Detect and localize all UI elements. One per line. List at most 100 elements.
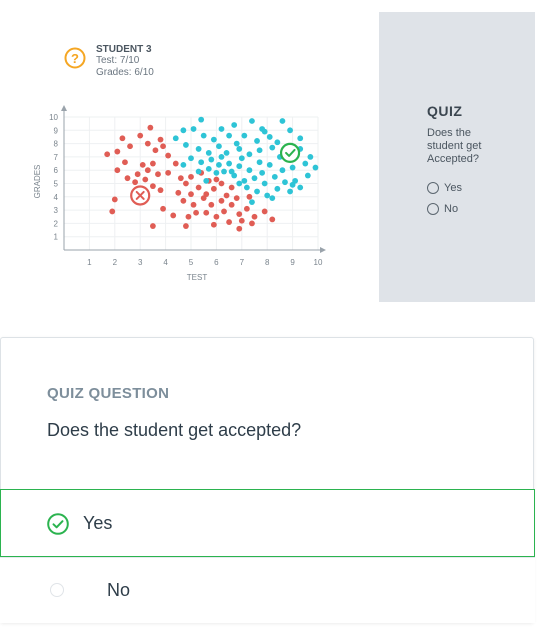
rejected-point: [228, 201, 235, 208]
accepted-point: [190, 126, 197, 132]
accepted-point: [172, 135, 179, 142]
x-tick-label: 9: [290, 258, 295, 267]
rejected-point: [233, 195, 240, 202]
accepted-point: [259, 169, 266, 176]
accepted-point: [238, 155, 245, 162]
side-option-yes: Yes: [427, 182, 462, 194]
accepted-point: [274, 139, 281, 146]
side-option-yes-label: Yes: [444, 182, 462, 194]
rejected-point: [243, 205, 250, 212]
accepted-point: [312, 164, 319, 171]
quiz-side-panel: QUIZ Does the student get Accepted? Yes …: [379, 12, 535, 302]
rejected-point: [150, 223, 156, 229]
accepted-point: [183, 142, 189, 148]
accepted-point: [205, 150, 212, 156]
accepted-point: [297, 135, 304, 142]
rejected-point: [218, 180, 225, 187]
x-tick-label: 5: [189, 258, 194, 267]
rejected-point: [165, 152, 172, 159]
radio-icon[interactable]: [50, 583, 64, 597]
accepted-point: [246, 167, 253, 174]
accepted-point: [195, 146, 202, 152]
rejected-point: [175, 189, 182, 196]
rejected-point: [213, 176, 220, 183]
y-tick-label: 10: [49, 113, 58, 122]
rejected-point: [269, 216, 276, 223]
accepted-point: [256, 147, 263, 154]
rejected-point: [150, 160, 156, 167]
accepted-point: [261, 128, 268, 135]
answer-option-yes[interactable]: Yes: [0, 489, 535, 557]
svg-text:?: ?: [71, 51, 79, 66]
rejected-point: [188, 191, 194, 198]
answer-option-no[interactable]: No: [0, 557, 535, 623]
accepted-point: [287, 188, 293, 195]
rejected-point: [228, 184, 235, 191]
accepted-point: [226, 160, 233, 167]
accepted-point: [246, 151, 253, 158]
accepted-point: [302, 160, 309, 167]
rejected-point: [177, 175, 184, 182]
accepted-point: [236, 163, 243, 170]
rejected-point: [104, 151, 111, 158]
rejected-point: [157, 136, 164, 143]
x-tick-label: 3: [138, 258, 143, 267]
accepted-point: [210, 136, 217, 143]
accepted-point: [218, 154, 225, 160]
accepted-point: [241, 177, 248, 184]
rejected-point: [180, 197, 187, 204]
rejected-point: [195, 184, 202, 191]
rejected-point: [165, 169, 172, 176]
x-tick-label: 4: [163, 258, 168, 267]
accepted-point: [236, 146, 243, 152]
scatter-plot: 1 2 3 4 5 6 7 8 9 10 1 2 3 4 5 6 7 8 9 10 TEST GRADES: [33, 105, 326, 282]
rejected-point: [183, 223, 189, 229]
accepted-point: [249, 118, 255, 124]
accepted-point: [261, 180, 268, 187]
y-tick-label: 2: [54, 219, 59, 228]
accepted-point: [198, 159, 205, 166]
accepted-point: [205, 165, 212, 172]
x-tick-label: 2: [113, 258, 118, 267]
rejected-point: [188, 173, 194, 180]
x-tick-label: 8: [265, 258, 270, 267]
rejected-point: [114, 167, 121, 174]
x-axis-arrow: [320, 247, 326, 253]
question-badge: ?: [64, 47, 86, 69]
radio-icon: [427, 203, 439, 215]
accepted-point: [208, 156, 215, 163]
rejected-point: [152, 147, 159, 154]
y-tick-label: 8: [54, 140, 59, 149]
rejected-point: [203, 191, 210, 198]
rejected-point: [190, 201, 197, 208]
check-circle-icon: [47, 513, 69, 535]
rejected-point: [160, 143, 166, 150]
rejected-point: [261, 208, 268, 215]
accepted-point: [266, 134, 273, 140]
rejected-point: [193, 209, 199, 216]
accepted-point: [254, 188, 260, 195]
accepted-point: [233, 140, 240, 147]
accepted-point: [226, 132, 233, 139]
accepted-point: [297, 184, 304, 191]
rejected-point: [134, 171, 141, 178]
accepted-point: [269, 195, 276, 202]
rejected-point: [236, 225, 243, 232]
x-tick-label: 10: [314, 258, 323, 267]
accepted-point: [279, 167, 286, 174]
rejected-point: [137, 132, 144, 139]
rejected-point: [210, 221, 217, 228]
accepted-point: [231, 122, 238, 128]
accepted-point: [282, 179, 288, 186]
accepted-point: [251, 175, 258, 182]
radio-icon: [427, 182, 439, 194]
rejected-point: [160, 205, 166, 212]
accepted-point: [304, 172, 311, 179]
rejected-point: [124, 175, 131, 182]
accepted-point: [195, 168, 202, 175]
accepted-point: [279, 118, 286, 124]
x-tick-label: 6: [214, 258, 219, 267]
accepted-point: [216, 161, 222, 168]
accepted-point: [236, 180, 243, 187]
rejected-point: [122, 159, 128, 166]
